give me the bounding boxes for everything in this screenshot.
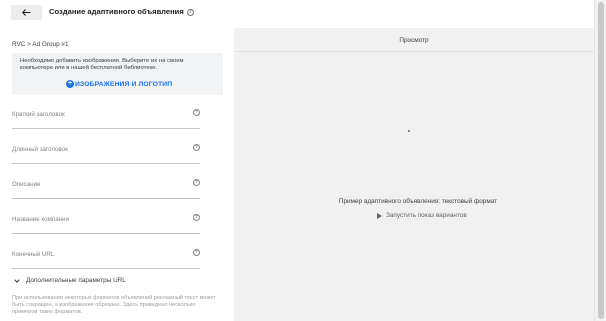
preview-panel: Просмотр Пример адаптивного объявления: … — [234, 28, 594, 321]
play-icon — [377, 212, 382, 219]
back-button[interactable] — [11, 5, 42, 20]
long-headline-field[interactable]: Длинный заголовок ? — [12, 142, 200, 164]
short-headline-field[interactable]: Краткий заголовок ? — [12, 107, 200, 129]
page-title-text: Создание адаптивного объявления — [49, 7, 184, 16]
question-circle-icon[interactable]: ? — [193, 109, 200, 116]
breadcrumb: RVC > Ad Group #1 — [12, 41, 69, 48]
plus-circle-icon: + — [66, 80, 74, 88]
run-variants-label: Запустить показ вариантов — [386, 212, 467, 219]
url-options-label: Дополнительные параметры URL — [26, 277, 126, 284]
description-field[interactable]: Описание ? — [12, 177, 200, 199]
format-footnote: При использовании некоторых форматов объ… — [12, 295, 216, 315]
notice-text: Необходимо добавить изображения. Выберит… — [20, 58, 184, 71]
preview-title: Просмотр — [399, 37, 429, 44]
add-images-button[interactable]: + ИЗОБРАЖЕНИЯ И ЛОГОТИП — [66, 80, 172, 88]
image-required-notice: Необходимо добавить изображения. Выберит… — [12, 53, 223, 95]
page-scrollbar[interactable] — [594, 0, 606, 321]
business-name-label: Название компании — [12, 216, 69, 223]
ad-editor-panel: RVC > Ad Group #1 Необходимо добавить из… — [0, 28, 234, 321]
question-circle-icon[interactable]: ? — [193, 214, 200, 221]
long-headline-label: Длинный заголовок — [12, 146, 68, 153]
url-options-toggle[interactable]: Дополнительные параметры URL — [14, 277, 126, 284]
description-label: Описание — [12, 181, 41, 188]
run-variants-button[interactable]: Запустить показ вариантов — [377, 212, 467, 219]
arrow-left-icon — [22, 9, 31, 16]
final-url-label: Конечный URL — [12, 251, 55, 258]
chevron-down-icon — [14, 278, 20, 283]
question-circle-icon[interactable]: ? — [186, 9, 194, 16]
preview-caption: Пример адаптивного объявления: текстовый… — [338, 198, 498, 205]
question-circle-icon[interactable]: ? — [193, 179, 200, 186]
page-header: Создание адаптивного объявления? — [0, 0, 606, 28]
final-url-field[interactable]: Конечный URL ? — [12, 247, 200, 269]
question-circle-icon[interactable]: ? — [193, 249, 200, 256]
page-title: Создание адаптивного объявления? — [49, 7, 194, 16]
question-circle-icon[interactable]: ? — [193, 144, 200, 151]
preview-header: Просмотр — [234, 28, 594, 52]
scrollbar-thumb[interactable] — [598, 2, 604, 319]
business-name-field[interactable]: Название компании ? — [12, 212, 200, 234]
add-images-label: ИЗОБРАЖЕНИЯ И ЛОГОТИП — [75, 80, 173, 88]
loading-indicator — [408, 130, 410, 132]
short-headline-label: Краткий заголовок — [12, 111, 65, 118]
